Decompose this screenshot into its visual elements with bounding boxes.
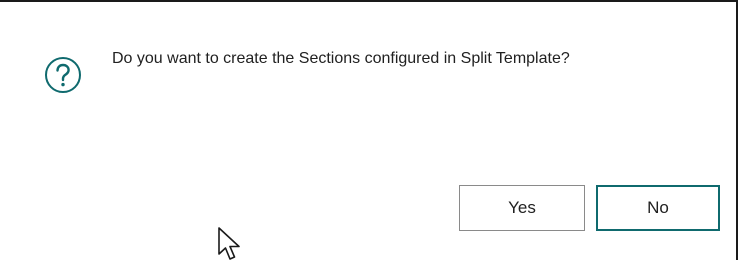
mouse-pointer-icon: [217, 227, 247, 263]
question-circle-icon: [44, 56, 82, 94]
no-button[interactable]: No: [596, 185, 720, 231]
yes-button[interactable]: Yes: [459, 185, 585, 231]
confirm-dialog: Do you want to create the Sections confi…: [0, 0, 738, 260]
dialog-message: Do you want to create the Sections confi…: [112, 50, 570, 67]
